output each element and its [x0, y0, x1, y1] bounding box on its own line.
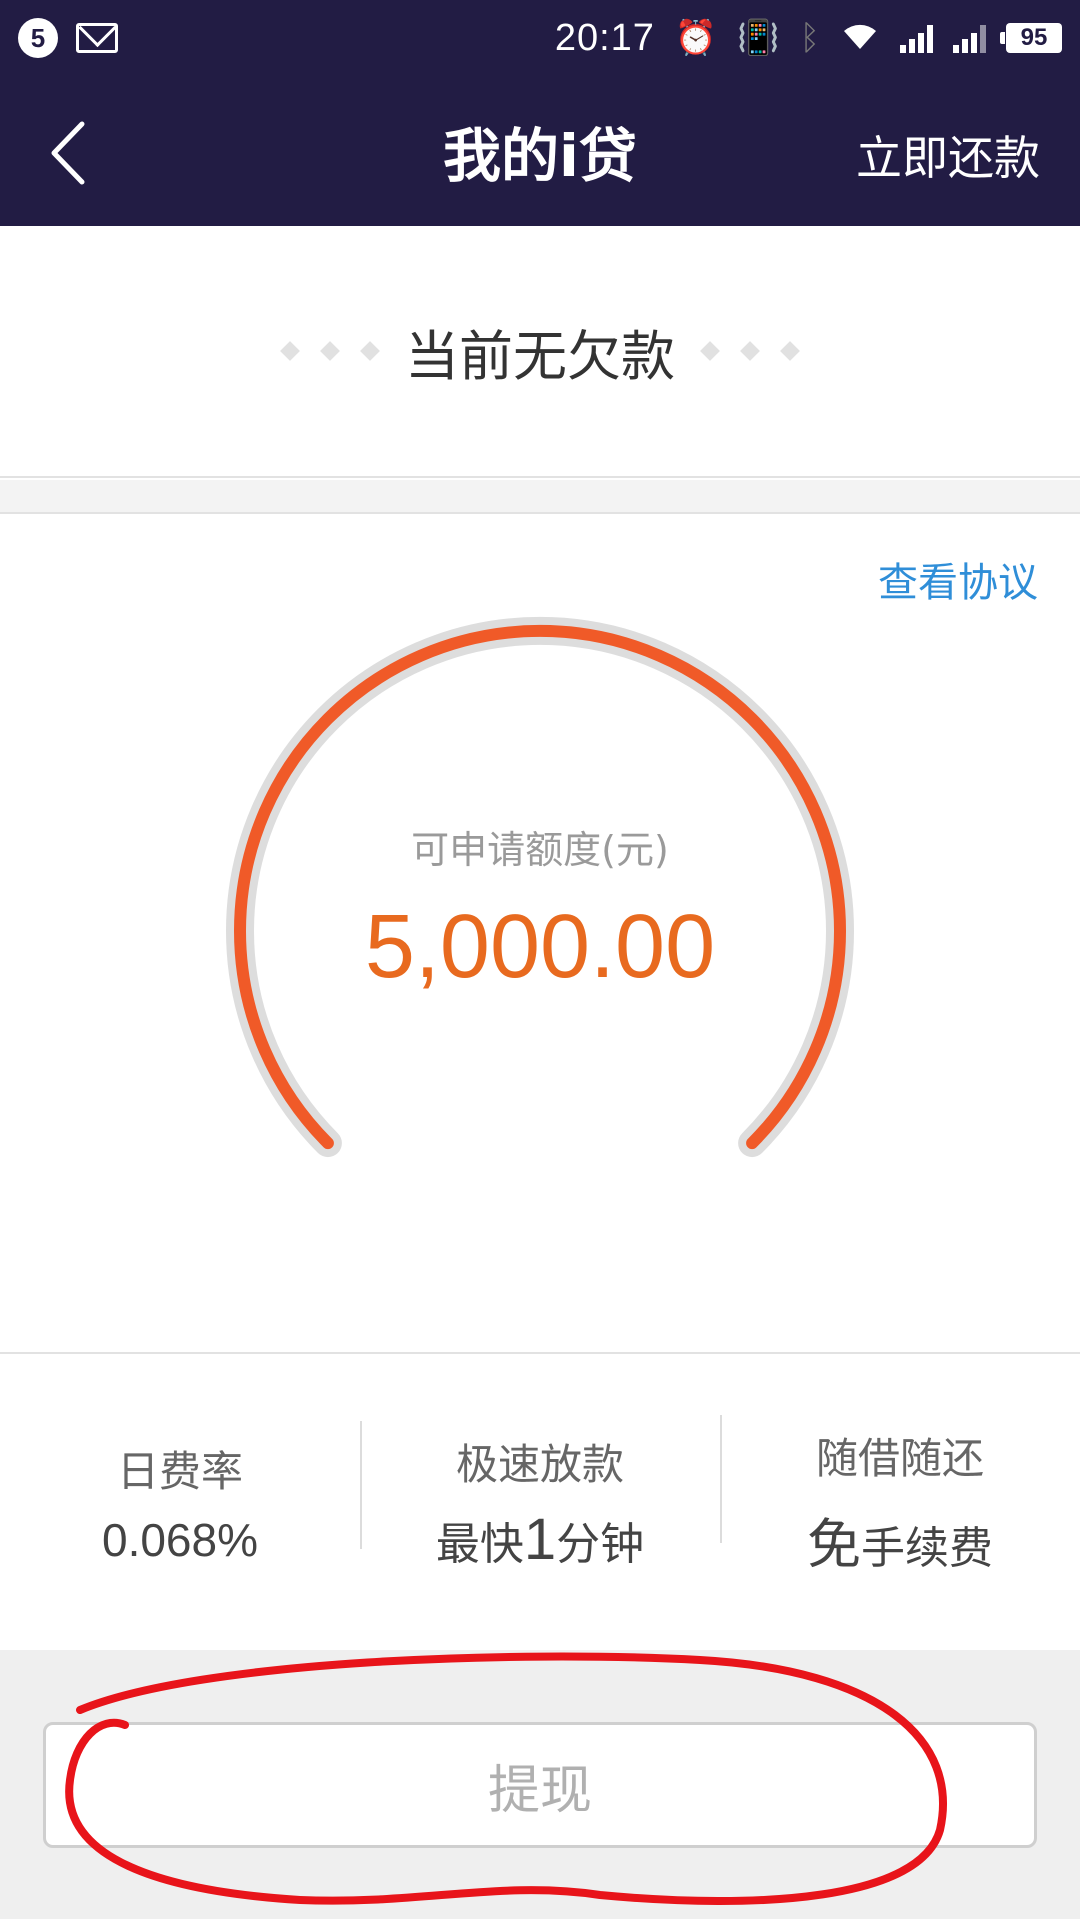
- withdraw-button[interactable]: 提现: [43, 1722, 1037, 1848]
- back-button[interactable]: [40, 118, 100, 188]
- vibrate-icon: 📳: [737, 19, 780, 57]
- feature-suffix: 分钟: [556, 1519, 645, 1570]
- alarm-icon: ⏰: [674, 19, 718, 57]
- debt-status-banner: 当前无欠款: [0, 226, 1080, 478]
- wifi-icon: [840, 19, 880, 57]
- credit-section: 查看协议 可申请额度(元) 5,000.00: [0, 516, 1080, 1354]
- feature-prefix: 最快: [435, 1519, 524, 1570]
- feature-highlight: 1: [523, 1507, 557, 1572]
- feature-fast-loan: 极速放款 最快1分钟: [360, 1421, 720, 1573]
- feature-title: 随借随还: [815, 1434, 984, 1483]
- feature-title: 日费率: [116, 1446, 243, 1496]
- bluetooth-icon: ᛒ: [799, 19, 820, 57]
- feature-title: 极速放款: [455, 1440, 624, 1489]
- feature-value: 免手续费: [720, 1500, 1080, 1579]
- feature-flexible-repay: 随借随还 免手续费: [720, 1415, 1080, 1579]
- notification-count-badge: 5: [18, 18, 58, 58]
- feature-value: 最快1分钟: [360, 1506, 720, 1573]
- decorative-dots-left: [280, 341, 380, 361]
- chevron-left-icon: [51, 121, 85, 185]
- feature-suffix: 手续费: [861, 1523, 993, 1574]
- battery-icon: 95: [1000, 23, 1062, 53]
- credit-limit-label: 可申请额度(元): [411, 828, 669, 872]
- debt-status-text: 当前无欠款: [405, 324, 675, 388]
- bottom-action-area: 提现: [0, 1650, 1080, 1919]
- mail-icon: [76, 23, 118, 53]
- status-bar: 5 20:17 ⏰ 📳 ᛒ 95: [0, 0, 1080, 76]
- signal-icon-2: [953, 23, 986, 53]
- signal-icon: [900, 23, 933, 53]
- nav-bar: 我的i贷 立即还款: [0, 76, 1080, 226]
- status-time: 20:17: [554, 16, 655, 59]
- repay-now-button[interactable]: 立即还款: [856, 122, 1040, 188]
- credit-limit-amount: 5,000.00: [364, 897, 716, 997]
- feature-value: 0.068%: [101, 1513, 258, 1566]
- section-divider: [0, 480, 1080, 514]
- gauge-track: [226, 616, 854, 1158]
- decorative-dots-right: [700, 341, 800, 361]
- page-title: 我的i贷: [443, 122, 637, 190]
- feature-daily-rate: 日费率 0.068%: [0, 1438, 360, 1567]
- features-row: 日费率 0.068% 极速放款 最快1分钟 随借随还 免手续费: [0, 1356, 1080, 1648]
- feature-highlight: 免: [807, 1513, 861, 1576]
